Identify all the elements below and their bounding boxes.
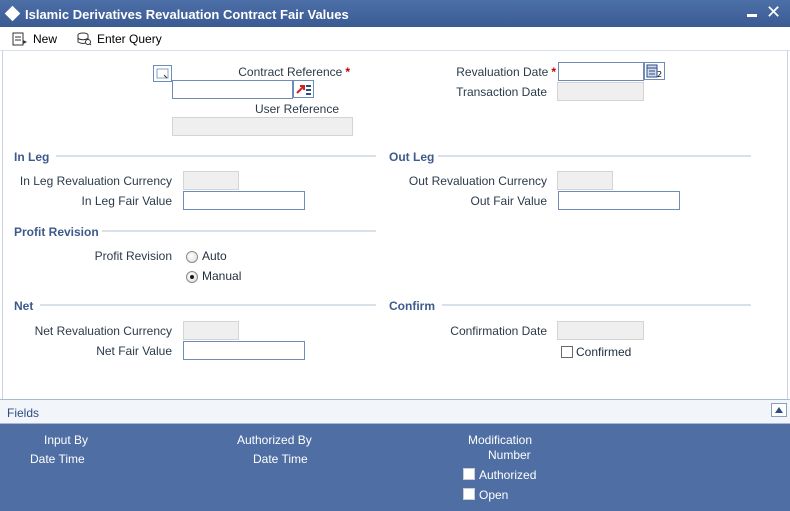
collapse-up-icon[interactable]	[771, 403, 787, 417]
contract-reference-lov-button[interactable]	[293, 80, 314, 98]
in-leg-currency-label: In Leg Revaluation Currency	[19, 174, 172, 188]
close-icon[interactable]: ✕	[766, 3, 781, 21]
out-leg-fair-value-input[interactable]	[558, 191, 680, 210]
out-leg-currency-field	[557, 171, 613, 190]
user-reference-label: User Reference	[254, 102, 339, 116]
in-leg-fair-value-input[interactable]	[183, 191, 305, 210]
confirmation-date-field	[557, 321, 644, 340]
authorized-check-label: Authorized	[479, 468, 537, 482]
net-currency-field	[183, 321, 239, 340]
out-leg-fair-value-label: Out Fair Value	[470, 194, 547, 208]
in-leg-currency-field	[183, 171, 239, 190]
modification-label: Modification	[468, 433, 533, 447]
out-leg-divider	[438, 155, 751, 157]
out-leg-currency-label: Out Revaluation Currency	[408, 174, 547, 188]
profit-revision-auto-radio[interactable]	[186, 251, 198, 263]
minimize-icon[interactable]	[746, 8, 758, 20]
contract-reference-input[interactable]	[172, 80, 293, 99]
profit-revision-divider	[102, 230, 376, 232]
profit-revision-auto-label: Auto	[202, 249, 227, 263]
audit-panel: Input By Date Time Authorized By Date Ti…	[0, 424, 790, 511]
confirmed-checkbox[interactable]	[561, 346, 573, 358]
user-reference-field	[172, 117, 353, 136]
profit-revision-manual-label: Manual	[202, 269, 242, 283]
confirmation-date-label: Confirmation Date	[450, 324, 547, 338]
in-leg-section-title: In Leg	[14, 150, 50, 164]
input-by-label: Input By	[44, 433, 89, 447]
calendar-button[interactable]: 2	[644, 62, 665, 80]
open-checkbox[interactable]	[463, 488, 475, 500]
revaluation-date-label: Revaluation Date *	[456, 65, 556, 79]
modification-number-label: Number	[488, 448, 531, 462]
fields-bar: Fields	[0, 399, 790, 424]
authorized-checkbox[interactable]	[463, 468, 475, 480]
profit-revision-section-title: Profit Revision	[14, 225, 99, 239]
revaluation-date-input[interactable]	[558, 62, 644, 81]
open-check-label: Open	[479, 488, 509, 502]
input-date-time-label: Date Time	[30, 452, 85, 466]
app-diamond-icon	[4, 5, 21, 22]
confirm-divider	[442, 304, 751, 306]
profit-revision-label: Profit Revision	[94, 249, 172, 263]
calendar-icon: 2	[646, 64, 662, 79]
toolbar: New Enter Query	[0, 27, 790, 51]
enter-query-icon	[77, 32, 92, 46]
fields-link[interactable]: Fields	[7, 406, 39, 420]
enter-query-button[interactable]: Enter Query	[76, 30, 162, 48]
confirm-section-title: Confirm	[389, 299, 435, 313]
new-button[interactable]: New	[12, 30, 57, 48]
net-fair-value-input[interactable]	[183, 341, 305, 360]
in-leg-divider	[56, 155, 376, 157]
net-currency-label: Net Revaluation Currency	[34, 324, 172, 338]
window-title: Islamic Derivatives Revaluation Contract…	[25, 7, 349, 22]
new-record-icon	[12, 32, 27, 46]
list-of-values-icon	[296, 85, 311, 95]
authorized-by-label: Authorized By	[237, 433, 312, 447]
net-fair-value-label: Net Fair Value	[96, 344, 172, 358]
new-button-label: New	[33, 32, 58, 46]
transaction-date-field	[557, 82, 644, 101]
net-section-title: Net	[14, 299, 34, 313]
window-title-bar: Islamic Derivatives Revaluation Contract…	[0, 0, 790, 27]
contract-lookup-icon[interactable]	[153, 65, 172, 82]
confirmed-label: Confirmed	[576, 345, 632, 359]
net-divider	[40, 304, 376, 306]
svg-text:2: 2	[657, 70, 662, 79]
contract-reference-label: Contract Reference *	[238, 65, 350, 79]
in-leg-fair-value-label: In Leg Fair Value	[81, 194, 173, 208]
enter-query-label: Enter Query	[97, 32, 162, 46]
profit-revision-manual-radio[interactable]	[186, 271, 198, 283]
authorized-date-time-label: Date Time	[253, 452, 308, 466]
transaction-date-label: Transaction Date	[456, 85, 547, 99]
out-leg-section-title: Out Leg	[389, 150, 435, 164]
